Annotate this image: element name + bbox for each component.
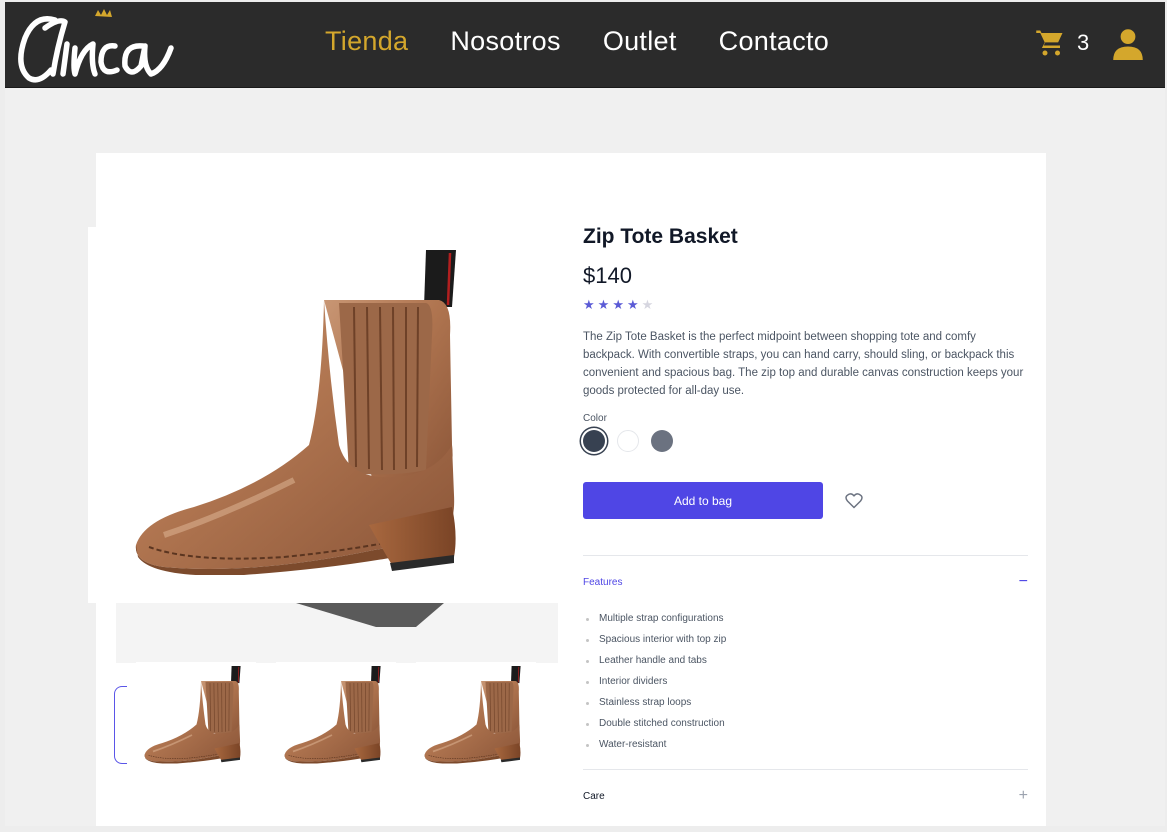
cart-icon <box>1036 30 1063 56</box>
star-icon: ★ <box>597 297 610 312</box>
list-item: Multiple strap configurations <box>583 608 1028 629</box>
features-title: Features <box>583 576 623 588</box>
color-label: Color <box>583 413 607 424</box>
expand-icon[interactable]: + <box>1019 787 1028 805</box>
star-icon: ★ <box>612 297 624 312</box>
list-item: Spacious interior with top zip <box>583 629 1028 650</box>
logo-wordmark <box>18 9 174 83</box>
list-item: Double stitched construction <box>583 713 1028 734</box>
star-icon: ★ <box>626 297 639 312</box>
user-account-button[interactable] <box>1113 28 1143 65</box>
thumbnail-selected-indicator <box>114 686 127 764</box>
rating-stars: ★ ★ ★ ★ ★ <box>583 297 1028 313</box>
product-card: Zip Tote Basket $140 ★ ★ ★ ★ ★ The Zip T… <box>88 153 1046 826</box>
boot-image <box>134 245 474 575</box>
color-swatch-white[interactable] <box>617 430 639 452</box>
boot-thumbnail-image <box>424 664 526 764</box>
add-to-bag-button[interactable]: Add to bag <box>583 482 823 519</box>
thumbnail-2[interactable] <box>276 662 396 762</box>
star-icon: ★ <box>583 297 595 312</box>
thumbnail-1[interactable] <box>136 662 256 762</box>
page: Tienda Nosotros Outlet Contacto 3 Zip To… <box>5 2 1165 826</box>
color-swatches <box>583 430 1028 452</box>
nav-nosotros[interactable]: Nosotros <box>450 26 560 57</box>
color-swatch-gray[interactable] <box>651 430 673 452</box>
product-price: $140 <box>583 263 632 288</box>
list-item: Leather handle and tabs <box>583 650 1028 671</box>
care-accordion-header[interactable]: Care + <box>583 770 1028 822</box>
nav-tienda[interactable]: Tienda <box>325 26 408 57</box>
user-icon <box>1113 29 1143 60</box>
care-title: Care <box>583 790 605 802</box>
site-header: Tienda Nosotros Outlet Contacto 3 <box>5 2 1165 88</box>
list-item: Interior dividers <box>583 671 1028 692</box>
features-list: Multiple strap configurations Spacious i… <box>583 608 1028 755</box>
purchase-actions: Add to bag <box>583 482 1028 519</box>
thumbnail-strip <box>114 658 558 766</box>
star-empty-icon: ★ <box>641 297 654 312</box>
shadow-shape <box>296 603 444 627</box>
main-image-backdrop <box>116 603 558 663</box>
features-accordion-header[interactable]: Features − <box>583 556 1028 608</box>
product-info: Zip Tote Basket $140 ★ ★ ★ ★ ★ The Zip T… <box>583 225 1028 822</box>
product-description: The Zip Tote Basket is the perfect midpo… <box>583 331 1024 397</box>
cart-count: 3 <box>1077 30 1090 55</box>
thumbnail-3[interactable] <box>416 662 536 762</box>
boot-thumbnail-image <box>144 664 246 764</box>
color-swatch-dark-gray[interactable] <box>583 430 605 452</box>
collapse-icon[interactable]: − <box>1019 573 1028 591</box>
product-main-image[interactable] <box>88 227 558 603</box>
nav-outlet[interactable]: Outlet <box>603 26 677 57</box>
logo[interactable] <box>15 8 175 89</box>
list-item: Stainless strap loops <box>583 692 1028 713</box>
heart-icon[interactable] <box>845 492 863 509</box>
list-item: Water-resistant <box>583 734 1028 755</box>
screen-frame: Tienda Nosotros Outlet Contacto 3 Zip To… <box>0 0 1167 832</box>
nav-contacto[interactable]: Contacto <box>719 26 829 57</box>
cart-button[interactable]: 3 <box>1035 28 1089 58</box>
product-title: Zip Tote Basket <box>583 225 738 248</box>
boot-thumbnail-image <box>284 664 386 764</box>
main-nav: Tienda Nosotros Outlet Contacto <box>325 26 829 57</box>
